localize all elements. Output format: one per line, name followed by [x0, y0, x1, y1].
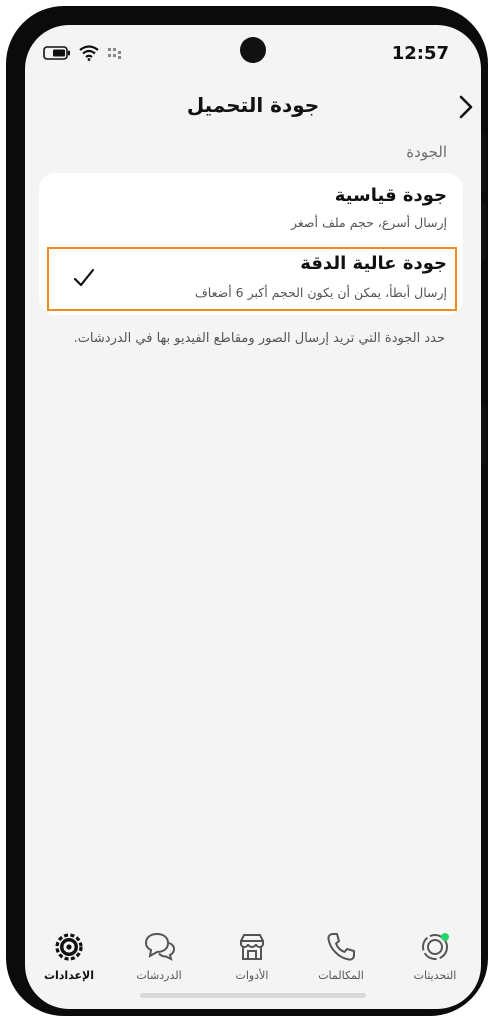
- phone-frame: 12:57 جودة التحميل الجودة جودة قياسية إر…: [6, 6, 488, 1016]
- chats-icon: [144, 932, 176, 961]
- nav-label: التحديثات: [413, 969, 457, 982]
- bottom-nav: الإعدادات الدردشات الأدوات المكالمات الت…: [25, 931, 481, 995]
- nav-tools[interactable]: الأدوات: [212, 931, 292, 982]
- phone-icon: [327, 933, 355, 961]
- checkmark-icon: [73, 268, 95, 287]
- screen: 12:57 جودة التحميل الجودة جودة قياسية إر…: [25, 25, 481, 1009]
- store-icon: [240, 934, 264, 960]
- chevron-right-icon[interactable]: [453, 93, 481, 121]
- home-indicator: [140, 993, 366, 998]
- nav-label: الدردشات: [136, 969, 182, 982]
- status-icons: [43, 45, 125, 61]
- nav-updates[interactable]: التحديثات: [395, 931, 475, 982]
- nav-label: الإعدادات: [43, 969, 95, 982]
- signal-icon: [108, 48, 121, 59]
- nav-calls[interactable]: المكالمات: [301, 931, 381, 982]
- wifi-icon: [79, 45, 99, 61]
- option-title: جودة قياسية: [334, 185, 447, 206]
- section-label: الجودة: [406, 143, 447, 161]
- nav-settings[interactable]: الإعدادات: [29, 931, 109, 982]
- help-note: حدد الجودة التي تريد إرسال الصور ومقاطع …: [73, 331, 445, 346]
- option-subtitle: إرسال أسرع، حجم ملف أصغر: [290, 215, 447, 230]
- nav-label: الأدوات: [235, 969, 269, 982]
- status-bar: 12:57: [25, 25, 481, 77]
- front-camera: [240, 37, 266, 63]
- option-standard-quality[interactable]: جودة قياسية إرسال أسرع، حجم ملف أصغر: [39, 173, 463, 245]
- nav-label: المكالمات: [318, 969, 364, 982]
- nav-chats[interactable]: الدردشات: [119, 931, 199, 982]
- header: جودة التحميل: [25, 87, 481, 131]
- page-title: جودة التحميل: [186, 93, 320, 117]
- status-time: 12:57: [391, 43, 449, 64]
- settings-gear-icon: [55, 933, 83, 961]
- selection-highlight: [47, 247, 457, 311]
- battery-icon: [43, 46, 70, 60]
- updates-icon: [422, 933, 449, 960]
- quality-options-card: جودة قياسية إرسال أسرع، حجم ملف أصغر جود…: [39, 173, 463, 315]
